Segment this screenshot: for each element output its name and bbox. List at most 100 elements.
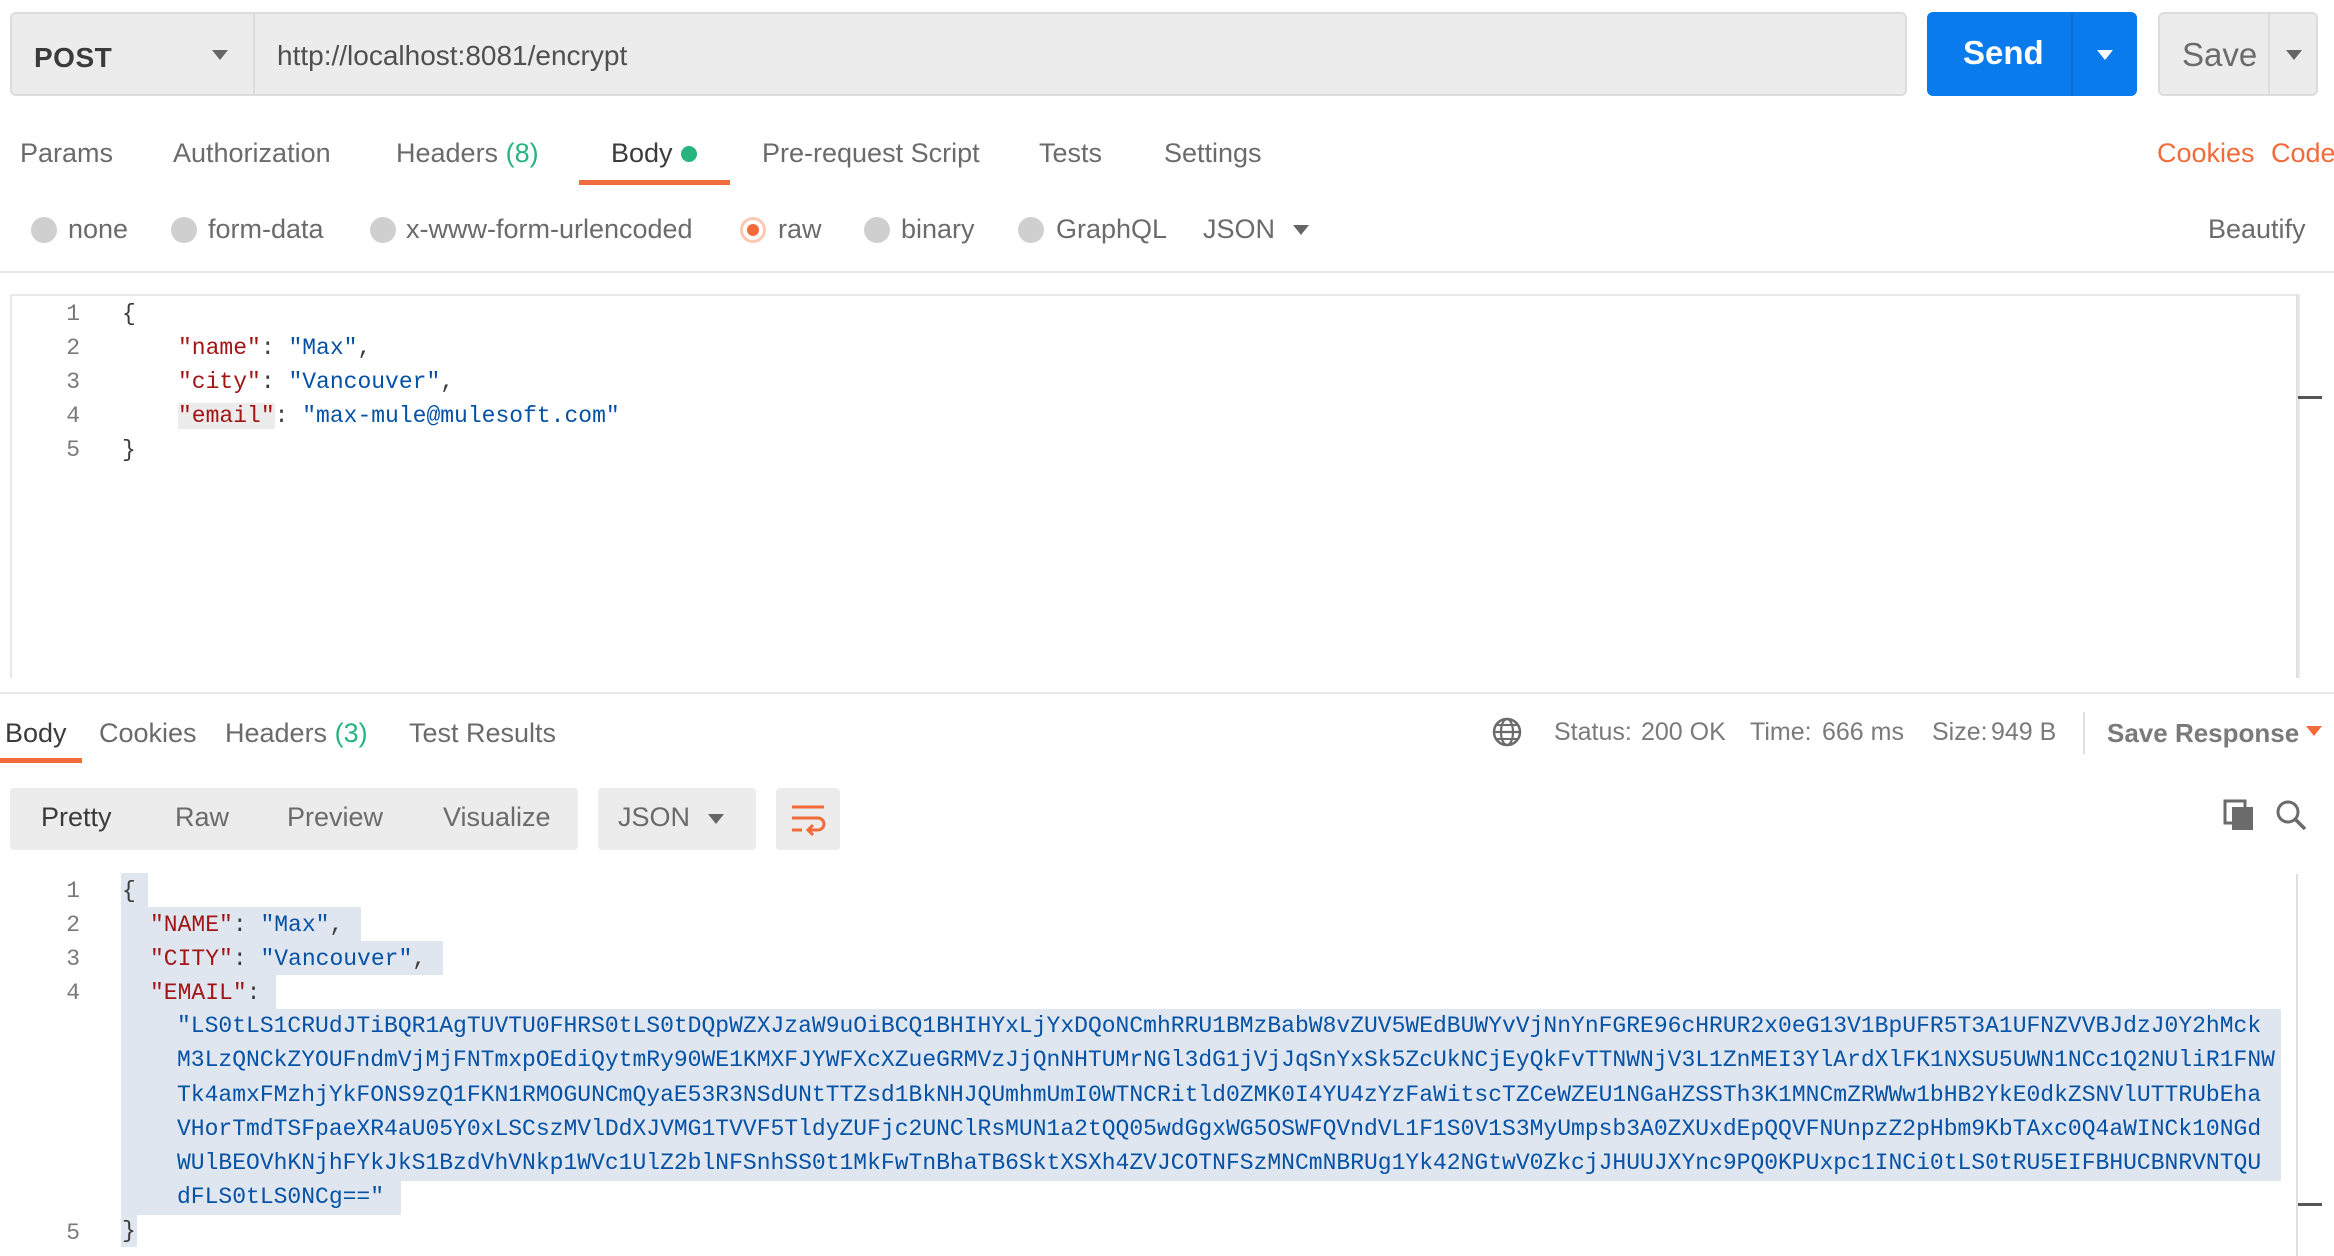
code-close-brace: }	[122, 437, 136, 463]
format-chevron-icon	[708, 814, 724, 824]
response-code-line: "EMAIL":	[150, 980, 261, 1006]
tab-body[interactable]: Body	[611, 138, 673, 169]
response-close-brace: }	[122, 1218, 136, 1244]
send-options-chevron-icon[interactable]	[2097, 50, 2113, 60]
view-preview[interactable]: Preview	[287, 802, 383, 833]
send-button[interactable]: Send	[1927, 12, 2137, 96]
radio-urlencoded-label[interactable]: x-www-form-urlencoded	[406, 214, 693, 245]
status-value[interactable]: 200 OK	[1641, 718, 1726, 747]
code-line: "email": "max-mule@mulesoft.com"	[178, 403, 620, 429]
radio-raw[interactable]	[740, 217, 766, 243]
code-line: "name": "Max",	[178, 335, 372, 361]
time-label: Time:	[1750, 718, 1812, 746]
radio-raw-label[interactable]: raw	[778, 214, 822, 245]
language-chevron-icon[interactable]	[1293, 225, 1309, 235]
tab-params[interactable]: Params	[20, 138, 113, 169]
cookies-link[interactable]: Cookies	[2157, 138, 2255, 169]
encrypted-line: Tk4amxFMzhjYkFONS9zQ1FKN1RMOGUNCmQyaE53R…	[177, 1081, 2262, 1108]
save-response-chevron-icon[interactable]	[2306, 726, 2322, 736]
response-scrollbar-track	[2296, 874, 2298, 1256]
response-view-bar: Pretty Raw Preview Visualize	[10, 788, 578, 850]
tab-body-underline	[579, 180, 730, 185]
response-tab-headers-label: Headers	[225, 718, 328, 748]
radio-none-label[interactable]: none	[68, 214, 128, 245]
radio-binary[interactable]	[864, 217, 890, 243]
response-tab-headers-count: (3)	[334, 718, 368, 748]
size-value[interactable]: 949 B	[1991, 718, 2056, 747]
save-button[interactable]: Save	[2158, 12, 2318, 96]
wrap-lines-icon	[792, 805, 826, 837]
body-modified-dot	[681, 146, 697, 162]
response-format-label: JSON	[618, 802, 691, 832]
tab-headers-label: Headers	[396, 138, 499, 168]
encrypted-line: dFLS0tLS0NCg=="	[177, 1184, 385, 1211]
response-tab-headers[interactable]: Headers (3)	[225, 718, 368, 749]
tab-authorization[interactable]: Authorization	[173, 138, 331, 169]
json-value: "Max"	[288, 335, 358, 361]
view-raw[interactable]: Raw	[175, 802, 229, 833]
view-pretty[interactable]: Pretty	[41, 802, 112, 833]
line-number: 1	[66, 878, 80, 904]
response-format-select[interactable]: JSON	[598, 788, 756, 850]
beautify-link[interactable]: Beautify	[2208, 214, 2306, 245]
view-visualize[interactable]: Visualize	[443, 802, 551, 833]
line-number: 2	[66, 912, 80, 938]
line-number: 4	[66, 980, 80, 1006]
response-tab-body-underline	[0, 758, 82, 763]
line-number: 4	[66, 403, 80, 429]
tab-tests[interactable]: Tests	[1039, 138, 1102, 169]
tab-headers[interactable]: Headers (8)	[396, 138, 539, 169]
save-response-button[interactable]: Save Response	[2107, 718, 2299, 749]
wrap-lines-button[interactable]	[776, 788, 840, 850]
section-divider	[0, 271, 2334, 273]
method-select[interactable]: POST	[10, 12, 253, 96]
chevron-down-icon	[212, 50, 228, 60]
radio-form-data[interactable]	[171, 217, 197, 243]
json-key: "name"	[178, 335, 261, 361]
response-scroll-marker[interactable]	[2298, 1203, 2322, 1206]
json-value: "Vancouver"	[260, 946, 413, 972]
json-key: "NAME"	[150, 912, 233, 938]
line-number: 2	[66, 335, 80, 361]
tab-pre-request-script[interactable]: Pre-request Script	[762, 138, 980, 169]
radio-form-data-label[interactable]: form-data	[208, 214, 324, 245]
encrypted-line: M3LzQNCkZYOUFndmVjMjFNTmxpOEdiQytmRy90WE…	[177, 1047, 2275, 1074]
copy-icon[interactable]	[2222, 798, 2256, 832]
size-label: Size:	[1932, 718, 1988, 746]
tab-headers-count: (8)	[505, 138, 539, 168]
radio-none[interactable]	[31, 217, 57, 243]
line-number: 5	[66, 437, 80, 463]
encrypted-line: WUlBEOVhKNjhFYkJkS1BzdVhVNkp1WVc1UlZ2blN…	[177, 1150, 2262, 1177]
editor-scrollbar-track	[2296, 294, 2298, 678]
response-tab-test-results[interactable]: Test Results	[409, 718, 556, 749]
response-open-brace: {	[122, 878, 136, 904]
save-options-chevron-icon[interactable]	[2286, 50, 2302, 60]
body-language-select[interactable]: JSON	[1203, 214, 1275, 245]
radio-graphql-label[interactable]: GraphQL	[1056, 214, 1167, 245]
email-encrypted-value: "LS0tLS1CRUdJTiBQR1AgTUVTU0FHRS0tLS0tDQp…	[177, 1009, 2287, 1215]
radio-urlencoded[interactable]	[370, 217, 396, 243]
line-number: 1	[66, 301, 80, 327]
code-line: "city": "Vancouver",	[178, 369, 455, 395]
code-link[interactable]: Code	[2271, 138, 2334, 169]
editor-scroll-marker[interactable]	[2298, 396, 2322, 399]
tab-settings[interactable]: Settings	[1164, 138, 1262, 169]
search-icon[interactable]	[2274, 798, 2308, 832]
pane-divider	[0, 692, 2334, 694]
code-open-brace: {	[122, 301, 136, 327]
line-number: 3	[66, 946, 80, 972]
radio-binary-label[interactable]: binary	[901, 214, 975, 245]
response-tab-body[interactable]: Body	[5, 718, 67, 749]
json-value: "Max"	[260, 912, 330, 938]
line-number: 3	[66, 369, 80, 395]
status-label: Status:	[1554, 718, 1632, 746]
json-key: "email"	[178, 403, 275, 429]
globe-icon[interactable]	[1491, 716, 1523, 748]
time-value[interactable]: 666 ms	[1822, 718, 1904, 747]
response-code-line: "NAME": "Max",	[150, 912, 344, 938]
url-input[interactable]: http://localhost:8081/encrypt	[253, 12, 1907, 96]
radio-graphql[interactable]	[1018, 217, 1044, 243]
save-divider	[2268, 14, 2270, 94]
url-text: http://localhost:8081/encrypt	[277, 40, 628, 71]
response-tab-cookies[interactable]: Cookies	[99, 718, 197, 749]
